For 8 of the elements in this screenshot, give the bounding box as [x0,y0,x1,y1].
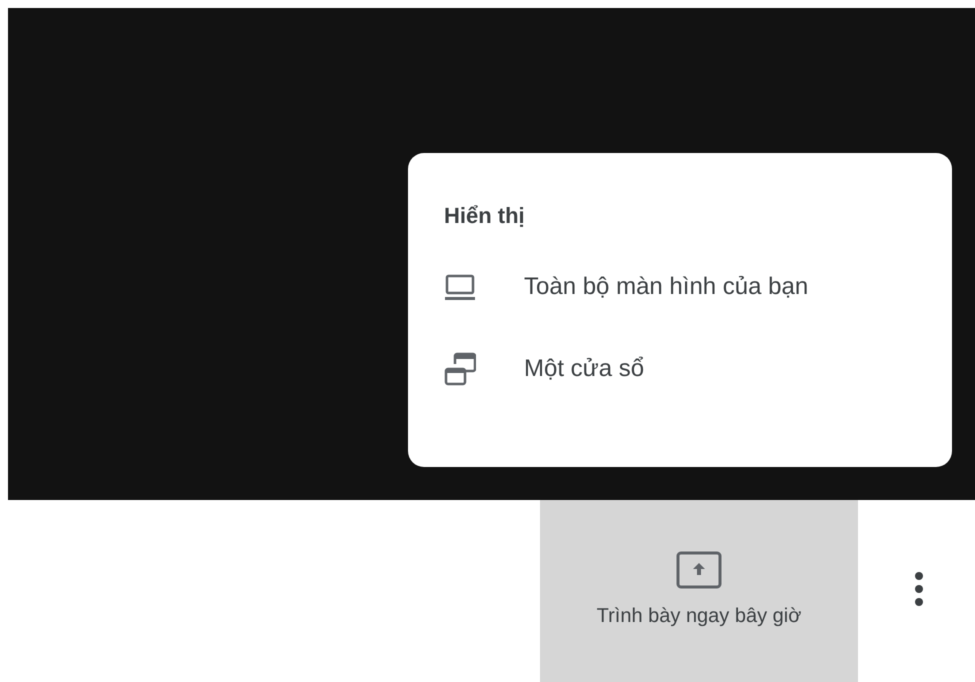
windows-icon [444,352,476,386]
menu-title: Hiển thị [444,205,526,227]
more-options-icon[interactable] [914,571,924,607]
menu-item[interactable]: Một cửa sổ [444,339,914,399]
laptop-icon [444,273,476,301]
menu-item[interactable]: Toàn bộ màn hình của bạn [444,257,914,317]
upload-screen-icon [676,551,722,589]
present-now-button[interactable]: Trình bày ngay bây giờ [540,500,858,682]
